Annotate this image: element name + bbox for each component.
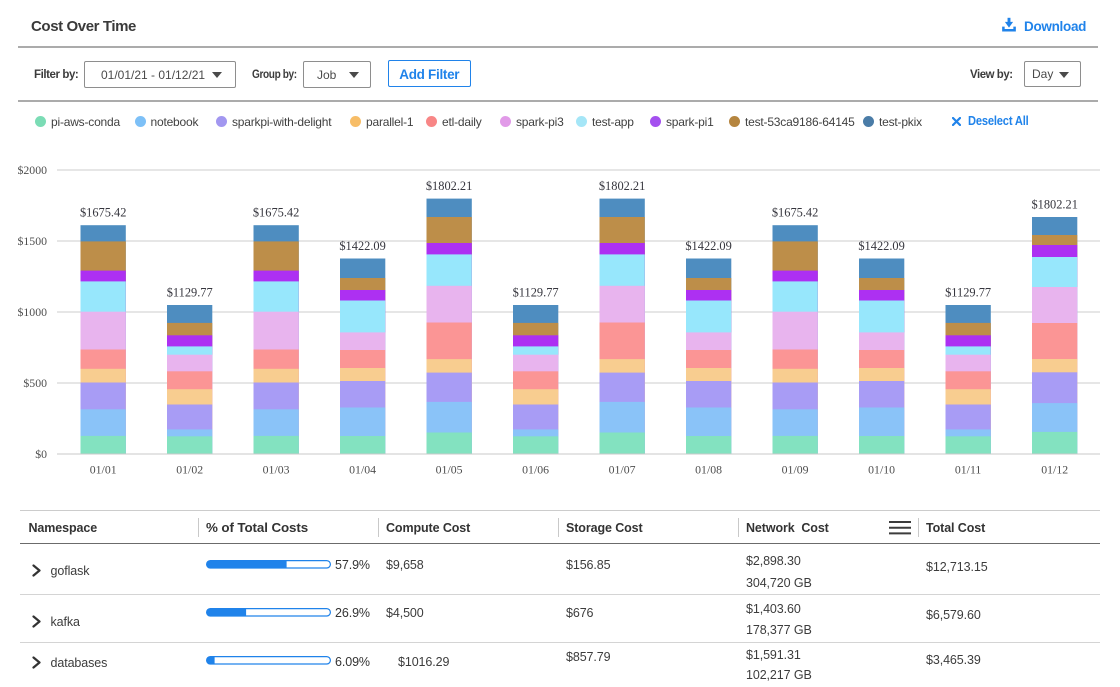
svg-text:$1129.77: $1129.77 (167, 286, 213, 300)
svg-text:$1000: $1000 (18, 305, 48, 319)
svg-text:$500: $500 (23, 376, 47, 390)
svg-text:01/09: 01/09 (782, 463, 809, 477)
svg-text:$1129.77: $1129.77 (945, 286, 991, 300)
svg-text:01/06: 01/06 (522, 463, 549, 477)
svg-text:$1129.77: $1129.77 (513, 286, 559, 300)
svg-text:01/05: 01/05 (436, 463, 463, 477)
svg-text:01/10: 01/10 (868, 463, 895, 477)
svg-text:$0: $0 (35, 447, 47, 461)
svg-text:$1422.09: $1422.09 (339, 239, 385, 253)
svg-text:$1675.42: $1675.42 (80, 206, 126, 220)
svg-text:$1422.09: $1422.09 (685, 239, 731, 253)
svg-text:$1675.42: $1675.42 (253, 206, 299, 220)
svg-text:01/03: 01/03 (263, 463, 290, 477)
svg-text:$1802.21: $1802.21 (599, 179, 645, 193)
svg-text:$1675.42: $1675.42 (772, 206, 818, 220)
svg-text:01/08: 01/08 (695, 463, 722, 477)
svg-text:01/04: 01/04 (349, 463, 376, 477)
svg-text:$1422.09: $1422.09 (858, 239, 904, 253)
svg-text:01/07: 01/07 (609, 463, 636, 477)
svg-text:$1500: $1500 (18, 234, 48, 248)
svg-text:01/02: 01/02 (176, 463, 203, 477)
svg-text:01/11: 01/11 (955, 463, 982, 477)
svg-text:01/12: 01/12 (1041, 463, 1068, 477)
svg-text:$1802.21: $1802.21 (1031, 198, 1077, 212)
svg-text:$2000: $2000 (18, 163, 48, 177)
svg-text:$1802.21: $1802.21 (426, 179, 472, 193)
svg-text:01/01: 01/01 (90, 463, 117, 477)
